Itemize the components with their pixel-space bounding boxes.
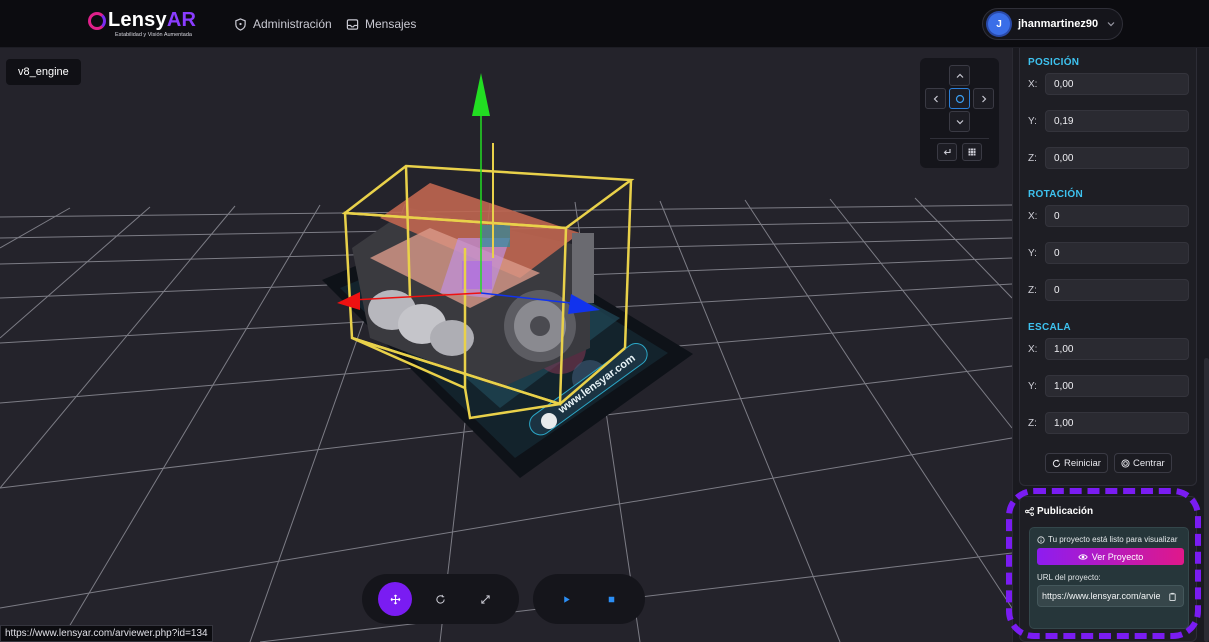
nav-mensajes[interactable]: Mensajes <box>346 15 416 33</box>
properties-panel: POSICIÓN X: 0,00 Y: 0,19 Z: 0,00 ROTACIÓ… <box>1012 48 1209 642</box>
user-menu[interactable]: J jhanmartinez90 <box>982 8 1123 40</box>
scale-x-input[interactable]: 1,00 <box>1045 338 1189 360</box>
project-url-field[interactable]: https://www.lensyar.com/arviewer.php?id=… <box>1037 585 1184 607</box>
publication-title: Publicación <box>1025 506 1093 517</box>
toggle-grid-button[interactable] <box>962 143 982 161</box>
info-icon <box>1037 535 1045 544</box>
scale-z-input[interactable]: 1,00 <box>1045 412 1189 434</box>
position-x-label: X: <box>1028 79 1038 90</box>
chevron-left-icon <box>933 95 938 102</box>
grid-icon <box>968 148 976 156</box>
rotate-tool-button[interactable] <box>423 582 457 616</box>
return-icon <box>943 149 951 155</box>
target-icon <box>1121 458 1130 468</box>
center-label: Centrar <box>1133 457 1165 469</box>
model-name-tag: v8_engine <box>6 59 81 85</box>
brand-tagline: Estabilidad y Visión Aumentada <box>115 32 192 38</box>
center-icon <box>955 94 964 103</box>
nav-label: Administración <box>253 17 332 31</box>
scale-title: ESCALA <box>1028 322 1071 333</box>
gizmo-y-arrow-icon[interactable] <box>472 73 490 116</box>
transform-toolbar <box>362 574 519 624</box>
chevron-right-icon <box>981 95 986 102</box>
engine-model[interactable] <box>352 183 594 388</box>
publication-box: Tu proyecto está listo para visualizar V… <box>1029 527 1189 629</box>
panel-scrollbar[interactable] <box>1204 358 1209 642</box>
project-url-label: URL del proyecto: <box>1037 573 1101 582</box>
rotation-z-label: Z: <box>1028 285 1037 296</box>
share-icon <box>1025 507 1034 516</box>
rotation-y-label: Y: <box>1028 248 1037 259</box>
3d-scene[interactable]: www.lensyar.com <box>0 48 1012 642</box>
reset-icon <box>1052 459 1061 467</box>
top-header: LensyAR Estabilidad y Visión Aumentada A… <box>0 0 1209 48</box>
rotation-y-input[interactable]: 0 <box>1045 242 1189 264</box>
rotate-icon <box>435 594 445 604</box>
rotation-x-label: X: <box>1028 211 1038 222</box>
pan-right-button[interactable] <box>973 88 994 109</box>
position-title: POSICIÓN <box>1028 57 1080 68</box>
chevron-down-icon <box>1107 22 1115 27</box>
chevron-down-icon <box>956 119 963 124</box>
stop-button[interactable] <box>594 582 628 616</box>
pan-down-button[interactable] <box>949 111 970 132</box>
chevron-up-icon <box>956 73 963 78</box>
scale-y-input[interactable]: 1,00 <box>1045 375 1189 397</box>
status-bar-url: https://www.lensyar.com/arviewer.php?id=… <box>0 625 213 642</box>
rotation-z-input[interactable]: 0 <box>1045 279 1189 301</box>
position-z-label: Z: <box>1028 153 1037 164</box>
inbox-icon <box>346 18 359 30</box>
reset-label: Reiniciar <box>1064 457 1101 469</box>
play-icon <box>563 595 570 603</box>
stop-icon <box>608 596 614 602</box>
brand-name: LensyAR <box>108 9 197 31</box>
play-button[interactable] <box>549 582 583 616</box>
logo-mark-icon <box>88 12 106 30</box>
position-z-input[interactable]: 0,00 <box>1045 147 1189 169</box>
position-y-input[interactable]: 0,19 <box>1045 110 1189 132</box>
view-navigation-panel <box>920 58 999 168</box>
3d-viewport[interactable]: www.lensyar.com v8_engine <box>0 48 1012 642</box>
publication-info: Tu proyecto está listo para visualizar <box>1037 535 1178 544</box>
clipboard-icon <box>1169 592 1176 601</box>
nav-label: Mensajes <box>365 17 417 31</box>
rotation-x-input[interactable]: 0 <box>1045 205 1189 227</box>
nav-administracion[interactable]: Administración <box>234 15 332 33</box>
avatar: J <box>988 13 1010 35</box>
username: jhanmartinez90 <box>1018 18 1099 30</box>
pan-left-button[interactable] <box>925 88 946 109</box>
center-view-button[interactable] <box>949 88 970 109</box>
reset-view-button[interactable] <box>937 143 957 161</box>
copy-url-button[interactable] <box>1165 589 1180 604</box>
project-url-value[interactable]: https://www.lensyar.com/arviewer.php?id=… <box>1042 591 1160 601</box>
position-y-label: Y: <box>1028 116 1037 127</box>
center-button[interactable]: Centrar <box>1114 453 1172 473</box>
position-x-input[interactable]: 0,00 <box>1045 73 1189 95</box>
shield-icon <box>235 17 246 31</box>
divider <box>930 138 989 139</box>
playback-toolbar <box>533 574 645 624</box>
transform-card: POSICIÓN X: 0,00 Y: 0,19 Z: 0,00 ROTACIÓ… <box>1019 48 1197 486</box>
scale-y-label: Y: <box>1028 381 1037 392</box>
publication-card: Publicación Tu proyecto está listo para … <box>1019 496 1197 642</box>
pan-up-button[interactable] <box>949 65 970 86</box>
scale-icon <box>480 594 490 604</box>
eye-icon <box>1078 553 1088 560</box>
view-project-button[interactable]: Ver Proyecto <box>1037 548 1184 565</box>
scale-z-label: Z: <box>1028 418 1037 429</box>
reset-button[interactable]: Reiniciar <box>1045 453 1108 473</box>
rotation-title: ROTACIÓN <box>1028 189 1083 200</box>
scale-x-label: X: <box>1028 344 1038 355</box>
move-tool-button[interactable] <box>378 582 412 616</box>
scale-tool-button[interactable] <box>468 582 502 616</box>
move-icon <box>390 594 400 604</box>
